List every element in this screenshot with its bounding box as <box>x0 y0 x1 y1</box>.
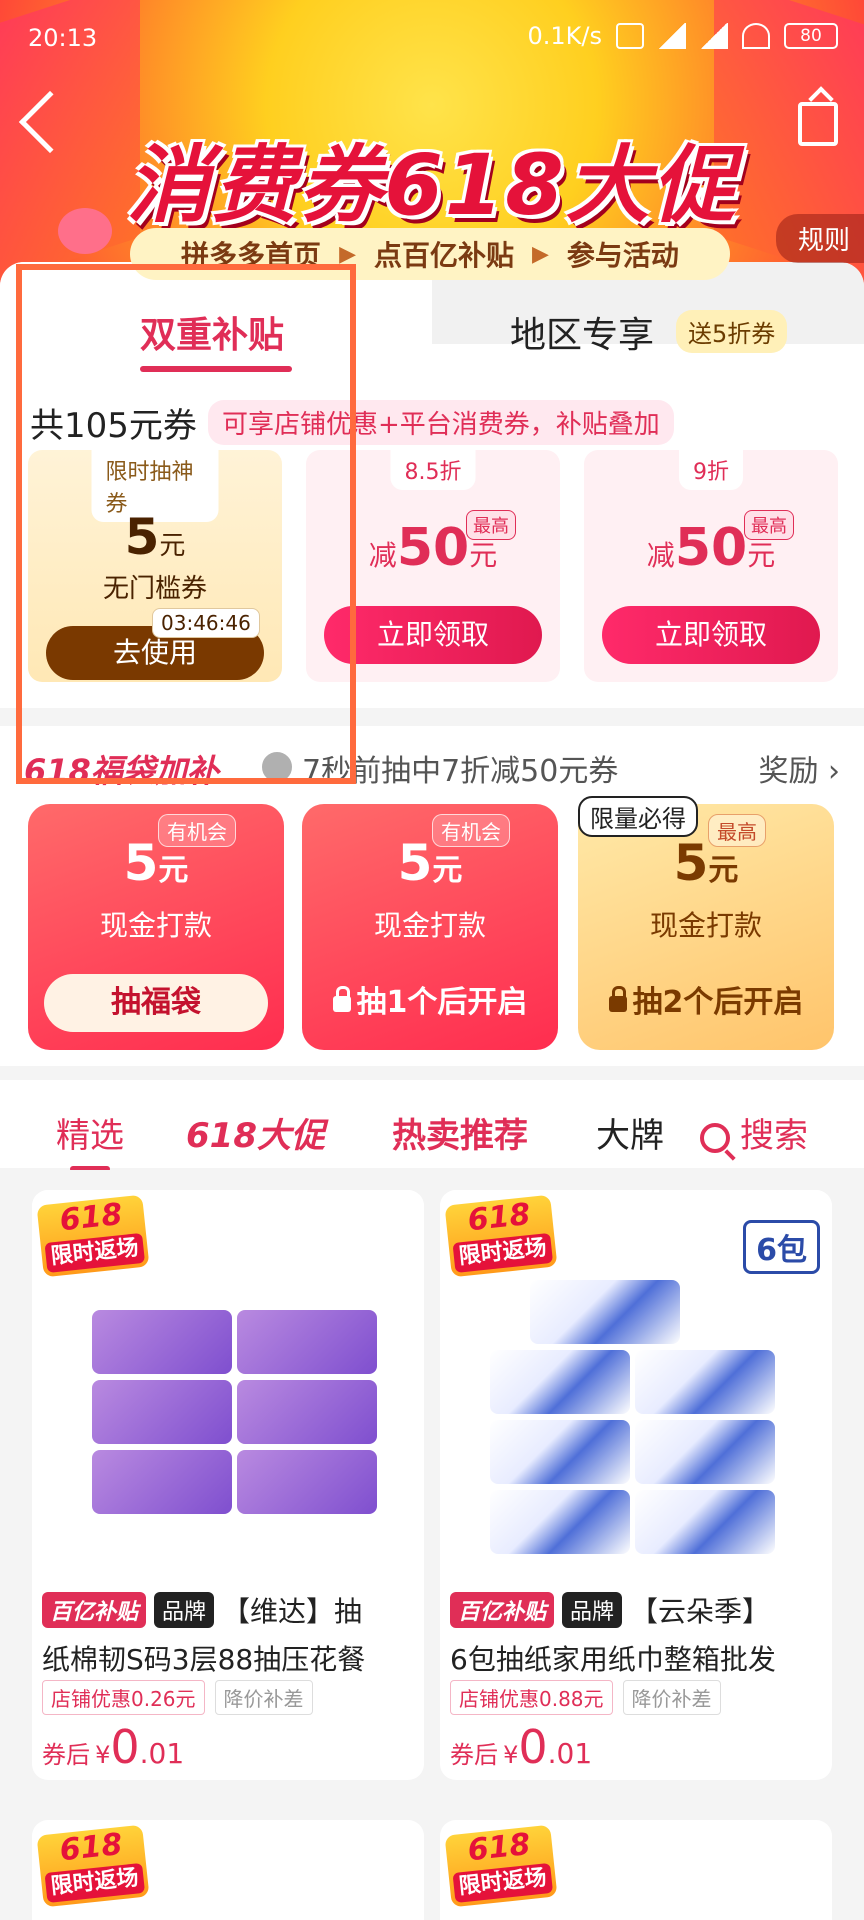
wifi-icon <box>742 23 770 49</box>
lock-icon <box>332 985 351 1012</box>
lock-icon <box>608 985 627 1012</box>
tab-region-label[interactable]: 地区专享 <box>510 306 654 358</box>
battery-icon: 80 <box>784 23 838 49</box>
tab-618[interactable]: 618大促 <box>186 1108 325 1157</box>
locked-button[interactable]: 抽1个后开启 <box>318 974 542 1032</box>
lucky-bag-card-2[interactable]: 有机会 5元 现金打款 抽1个后开启 <box>302 804 558 1050</box>
bag-desc: 现金打款 <box>649 909 762 942</box>
product-title-1: 【云朵季】 <box>630 1595 771 1628</box>
product-card[interactable]: 618 限时返场 百亿补贴 品牌 【维达】抽 纸棉韧S码3层88抽压花餐 店铺优惠… <box>32 1190 424 1780</box>
search-button[interactable]: 搜索 <box>700 1108 808 1157</box>
draw-bag-button[interactable]: 抽福袋 <box>44 974 268 1032</box>
limited-badge: 限量必得 <box>578 796 698 837</box>
filter-tabs: 精选 618大促 热卖推荐 大牌 搜索 <box>0 1080 864 1172</box>
product-price: 券后 ¥0.01 <box>42 1720 185 1774</box>
bag-desc: 现金打款 <box>373 909 486 942</box>
coupon-value: 减50元 <box>646 518 776 578</box>
lucky-bag-card-1[interactable]: 有机会 5元 现金打款 抽福袋 <box>28 804 284 1050</box>
coupon-card-9[interactable]: 9折 最高 减50元 立即领取 <box>584 450 838 682</box>
tab-brand[interactable]: 大牌 <box>596 1108 664 1157</box>
claim-button[interactable]: 立即领取 <box>602 606 820 664</box>
bag-value: 5元 <box>123 834 189 892</box>
product-grid: 618 限时返场 百亿补贴 品牌 【维达】抽 纸棉韧S码3层88抽压花餐 店铺优惠… <box>0 1170 864 1920</box>
network-speed: 0.1K/s <box>527 22 603 50</box>
product-image: 618 限时返场 6包 <box>440 1190 832 1570</box>
tissue-illustration <box>490 1270 780 1554</box>
product-benefits: 店铺优惠0.26元 降价补差 <box>42 1680 313 1715</box>
product-image: 618 限时返场 <box>32 1190 424 1570</box>
page: 20:13 0.1K/s 80 消费券618大促 拼多多首页 ▶ 点百亿补贴 ▶… <box>0 0 864 1920</box>
nfc-icon <box>616 23 644 49</box>
bag-desc: 现金打款 <box>99 909 212 942</box>
subsidy-tag: 百亿补贴 <box>450 1592 555 1628</box>
product-card[interactable]: 618 限时返场 <box>32 1820 424 1920</box>
bag-value: 5元 <box>673 834 739 892</box>
coupon-tag: 8.5折 <box>390 450 476 490</box>
promo-badge: 618 限时返场 <box>36 1824 150 1908</box>
promo-badge: 618 限时返场 <box>36 1194 150 1278</box>
bag-value: 5元 <box>397 834 463 892</box>
locked-button[interactable]: 抽2个后开启 <box>594 974 818 1032</box>
tissue-illustration <box>82 1270 377 1550</box>
pack-count-badge: 6包 <box>743 1220 820 1274</box>
subsidy-tag: 百亿补贴 <box>42 1592 147 1628</box>
product-title-1: 【维达】抽 <box>222 1595 363 1628</box>
product-tags: 百亿补贴 品牌 【云朵季】 <box>450 1590 770 1630</box>
product-benefits: 店铺优惠0.88元 降价补差 <box>450 1680 721 1715</box>
tab-hot[interactable]: 热卖推荐 <box>392 1108 528 1157</box>
search-icon <box>700 1122 730 1153</box>
coupon-tag: 9折 <box>679 450 743 490</box>
promo-badge: 618 限时返场 <box>444 1194 558 1278</box>
product-title-2: 纸棉韧S码3层88抽压花餐 <box>42 1643 366 1676</box>
piggy-bank-icon <box>58 208 112 254</box>
product-card[interactable]: 618 限时返场 6包 百亿补贴 品牌 【云朵季】 6包抽纸家用纸巾整箱批发 店铺… <box>440 1190 832 1780</box>
highlight-box <box>16 264 356 784</box>
chevron-right-icon: ▶ <box>339 241 356 267</box>
promo-badge: 618 限时返场 <box>444 1824 558 1908</box>
product-card[interactable]: 618 限时返场 <box>440 1820 832 1920</box>
hero-title: 消费券618大促 <box>126 136 738 234</box>
brand-tag: 品牌 <box>154 1592 215 1628</box>
product-tags: 百亿补贴 品牌 【维达】抽 <box>42 1590 362 1630</box>
lucky-bag-card-3[interactable]: 最高 5元 现金打款 抽2个后开启 <box>578 804 834 1050</box>
brand-tag: 品牌 <box>562 1592 623 1628</box>
signal-icon <box>658 23 686 49</box>
status-time: 20:13 <box>28 24 98 52</box>
signal-2-icon <box>700 23 728 49</box>
tab-region-badge: 送5折券 <box>676 310 788 353</box>
reward-link[interactable]: 奖励 › <box>758 746 840 790</box>
tab-featured[interactable]: 精选 <box>56 1108 124 1157</box>
product-title-2: 6包抽纸家用纸巾整箱批发 <box>450 1643 776 1676</box>
product-price: 券后 ¥0.01 <box>450 1720 593 1774</box>
rules-button[interactable]: 规则 <box>775 214 864 263</box>
claim-button[interactable]: 立即领取 <box>324 606 542 664</box>
chevron-right-icon: ▶ <box>532 241 549 267</box>
status-bar: 20:13 0.1K/s 80 <box>0 0 864 70</box>
step-2: 点百亿补贴 <box>373 239 514 272</box>
step-3: 参与活动 <box>566 239 679 272</box>
share-icon[interactable] <box>798 102 838 146</box>
